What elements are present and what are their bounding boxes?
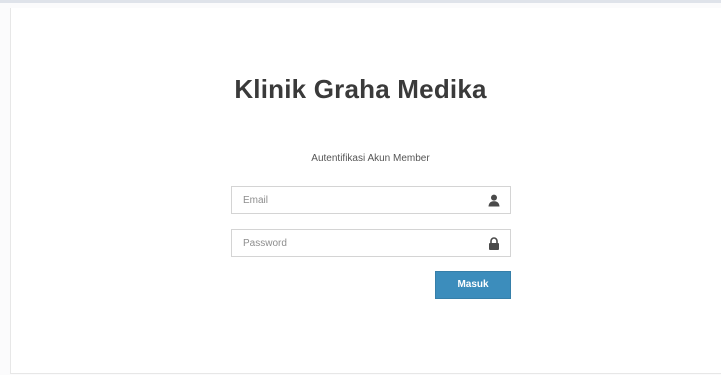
email-field <box>231 186 511 214</box>
user-icon <box>488 194 500 207</box>
password-field <box>231 229 511 257</box>
login-page: Klinik Graha Medika Autentifikasi Akun M… <box>0 0 721 375</box>
top-divider <box>0 0 721 3</box>
lock-icon <box>489 237 499 250</box>
login-submit-button[interactable]: Masuk <box>435 271 511 299</box>
page-title: Klinik Graha Medika <box>234 74 487 104</box>
login-subtitle: Autentifikasi Akun Member <box>311 153 430 164</box>
password-input[interactable] <box>232 230 510 256</box>
email-input[interactable] <box>232 187 510 213</box>
